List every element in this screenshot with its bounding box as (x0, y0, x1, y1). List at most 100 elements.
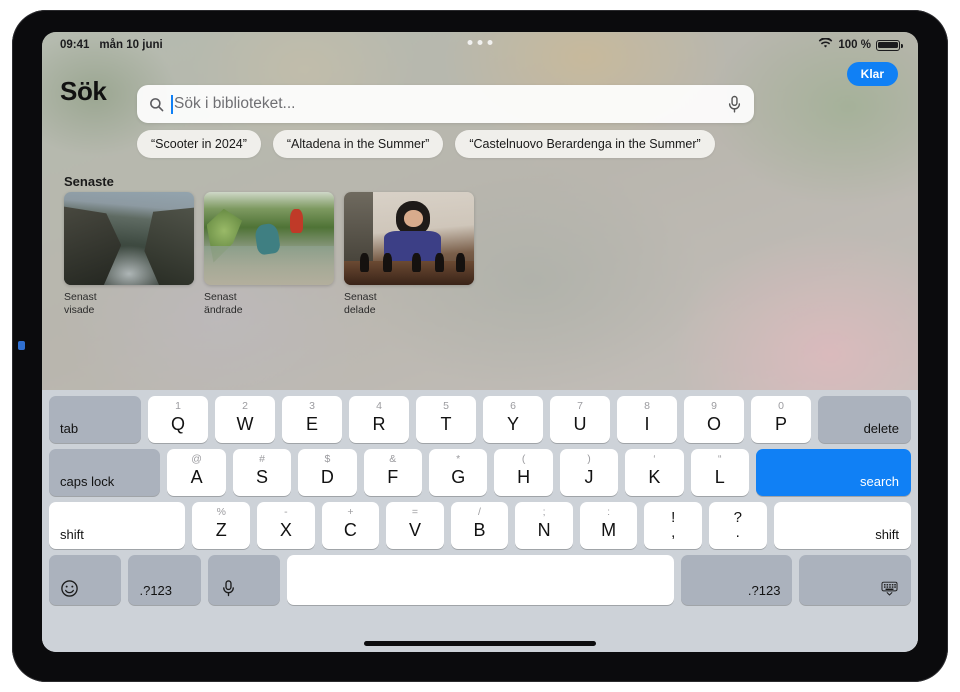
girl-playing-chess-photo[interactable] (344, 192, 474, 285)
key-h[interactable]: (H (494, 449, 553, 496)
key-p[interactable]: 0P (751, 396, 811, 443)
key-w-label: W (236, 414, 254, 434)
key-exclamation-label: ! (671, 509, 676, 526)
key-e-label: E (305, 414, 318, 434)
key-shift-left[interactable]: shift (49, 502, 186, 549)
key-q[interactable]: 1Q (148, 396, 208, 443)
key-return-search[interactable]: search (755, 449, 912, 496)
key-tab[interactable]: tab (49, 396, 141, 443)
search-suggestions: “Scooter in 2024” “Altadena in the Summe… (137, 130, 715, 158)
battery-percent-label: 100 % (838, 39, 871, 51)
key-f[interactable]: & F (363, 449, 422, 496)
list-item[interactable]: Senast delade (344, 192, 474, 316)
key-n-secondary: ; (542, 506, 546, 518)
key-question-label: ? (733, 509, 742, 526)
list-item[interactable]: Senast ändrade (204, 192, 334, 316)
microphone-icon[interactable] (207, 555, 281, 605)
key-q-secondary: 1 (175, 400, 181, 412)
keyboard-row-shift: shift % Z -X + C = V / B ; N :M !, ?. shift (49, 502, 912, 549)
key-z[interactable]: % Z (192, 502, 251, 549)
key-numeric-left[interactable]: .?123 (128, 555, 201, 605)
done-button[interactable]: Klar (846, 62, 898, 86)
key-m-label: M (601, 520, 617, 540)
key-u[interactable]: 7U (550, 396, 610, 443)
person-in-creek-photo[interactable] (204, 192, 334, 285)
list-item-label: Senast visade (64, 291, 142, 316)
key-o-label: O (706, 414, 721, 434)
key-d[interactable]: $ D (298, 449, 357, 496)
search-input[interactable]: Sök i biblioteket... (174, 95, 727, 113)
key-x-secondary: - (284, 506, 288, 518)
key-b-secondary: / (478, 506, 481, 518)
key-l-label: L (714, 467, 725, 487)
key-exclamation-comma[interactable]: !, (644, 502, 702, 549)
key-shift-right[interactable]: shift (773, 502, 912, 549)
key-o[interactable]: 9O (684, 396, 744, 443)
key-k-label: K (648, 467, 661, 487)
key-y-label: Y (506, 414, 519, 434)
key-k[interactable]: ‘K (625, 449, 684, 496)
list-item-label-line2: delade (344, 303, 376, 316)
list-item-label-line1: Senast (204, 291, 237, 303)
key-m[interactable]: :M (579, 502, 638, 549)
list-item-label: Senast ändrade (204, 291, 282, 316)
list-item[interactable]: Senast visade (64, 192, 194, 316)
key-x-label: X (279, 520, 292, 540)
key-r[interactable]: 4R (349, 396, 409, 443)
key-j[interactable]: ) J (559, 449, 619, 496)
key-w-secondary: 2 (242, 400, 248, 412)
key-v[interactable]: = V (386, 502, 444, 549)
key-comma-label: , (671, 524, 676, 541)
suggestion-chip[interactable]: “Scooter in 2024” (137, 130, 261, 158)
key-h-label: H (517, 467, 531, 487)
key-d-secondary: $ (324, 453, 331, 465)
key-i-label: I (644, 414, 650, 434)
key-b[interactable]: / B (450, 502, 509, 549)
key-space[interactable] (287, 555, 674, 605)
key-t[interactable]: 5T (416, 396, 476, 443)
key-v-secondary: = (411, 506, 419, 518)
multitasking-dots-icon[interactable] (467, 40, 493, 45)
key-t-secondary: 5 (443, 400, 449, 412)
onscreen-keyboard: tab 1Q 2W 3E 4R 5T 6Y 7U 8I 9O 0P delete… (42, 390, 918, 652)
page-title: Sök (60, 75, 107, 106)
key-c[interactable]: + C (321, 502, 380, 549)
key-p-label: P (774, 414, 787, 434)
list-item-label-line1: Senast (344, 291, 377, 303)
key-d-label: D (320, 467, 334, 487)
key-a[interactable]: @ A (167, 449, 226, 496)
coastal-cliffs-photo[interactable] (64, 192, 194, 285)
keyboard-row-numbers: tab 1Q 2W 3E 4R 5T 6Y 7U 8I 9O 0P delete (49, 396, 911, 443)
suggestion-chip[interactable]: “Altadena in the Summer” (272, 130, 444, 158)
key-y[interactable]: 6Y (483, 396, 543, 443)
emoji-smiley-icon[interactable] (49, 555, 122, 605)
home-indicator[interactable] (364, 641, 596, 646)
key-a-secondary: @ (191, 453, 202, 465)
key-y-secondary: 6 (510, 400, 516, 412)
key-t-label: T (440, 414, 452, 434)
key-l[interactable]: “L (690, 449, 749, 496)
key-caps-lock[interactable]: caps lock (49, 449, 161, 496)
suggestion-chip[interactable]: “Castelnuovo Berardenga in the Summer” (455, 130, 715, 158)
key-g-label: G (451, 467, 466, 487)
key-numeric-right[interactable]: .?123 (680, 555, 793, 605)
status-date: mån 10 juni (99, 39, 163, 51)
key-delete[interactable]: delete (818, 396, 911, 443)
key-b-label: B (473, 520, 486, 540)
dismiss-keyboard-icon[interactable] (799, 555, 912, 605)
key-w[interactable]: 2W (215, 396, 275, 443)
key-question-period[interactable]: ?. (708, 502, 767, 549)
key-c-secondary: + (347, 506, 354, 518)
key-s-label: S (256, 467, 269, 487)
key-e[interactable]: 3E (282, 396, 342, 443)
key-n[interactable]: ; N (515, 502, 573, 549)
key-s[interactable]: # S (232, 449, 292, 496)
key-n-label: N (537, 520, 551, 540)
key-u-label: U (573, 414, 587, 434)
microphone-icon[interactable] (727, 95, 742, 114)
search-field[interactable]: Sök i biblioteket... (137, 85, 754, 123)
key-z-label: Z (215, 520, 227, 540)
key-x[interactable]: -X (257, 502, 315, 549)
key-g[interactable]: * G (429, 449, 488, 496)
key-i[interactable]: 8I (617, 396, 677, 443)
